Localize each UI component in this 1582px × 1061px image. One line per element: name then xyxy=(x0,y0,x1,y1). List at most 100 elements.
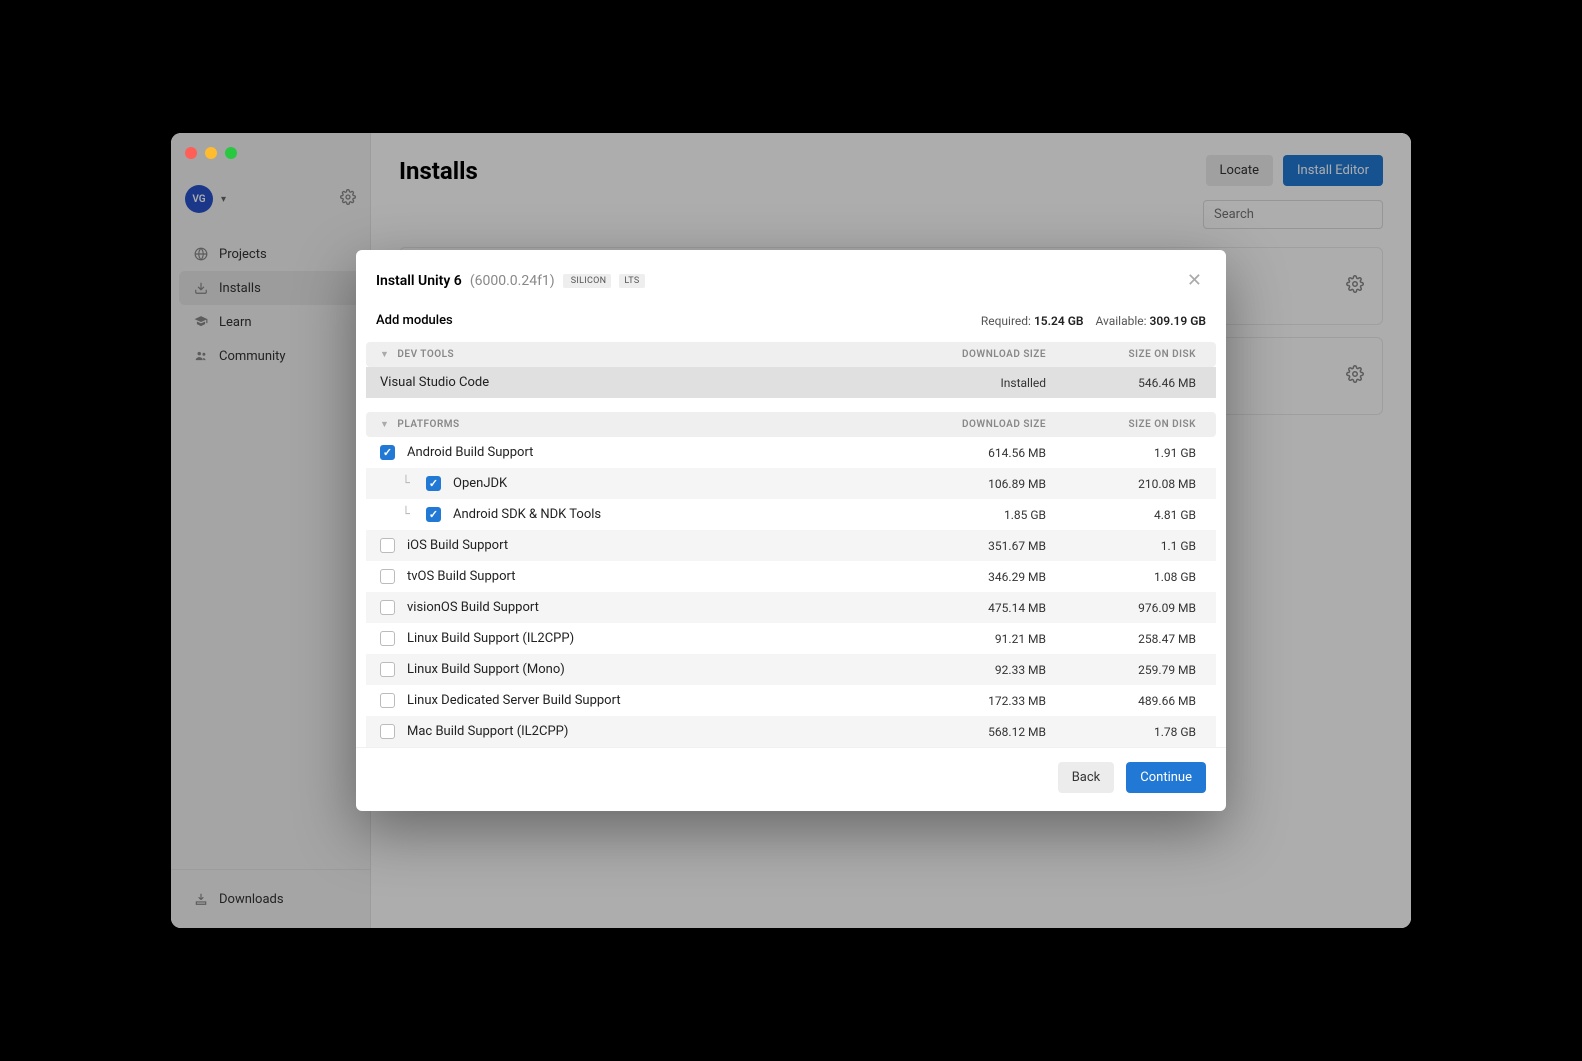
module-row-left: └ Android SDK & NDK Tools xyxy=(380,507,902,522)
module-row-vscode: Visual Studio Code Installed 546.46 MB xyxy=(366,367,1216,398)
module-download-size: 568.12 MB xyxy=(902,725,1052,739)
module-download-size: 346.29 MB xyxy=(902,570,1052,584)
modal-title: Install Unity 6 xyxy=(376,273,462,289)
module-disk-size: 1.1 GB xyxy=(1052,539,1202,553)
module-row: tvOS Build Support 346.29 MB1.08 GB xyxy=(366,561,1216,592)
close-icon[interactable]: ✕ xyxy=(1183,266,1206,295)
module-name: iOS Build Support xyxy=(407,538,508,553)
module-checkbox[interactable] xyxy=(380,631,395,646)
module-disk-size: 976.09 MB xyxy=(1052,601,1202,615)
back-button[interactable]: Back xyxy=(1058,762,1115,793)
module-row: └ OpenJDK 106.89 MB210.08 MB xyxy=(366,468,1216,499)
module-disk-size: 1.91 GB xyxy=(1052,446,1202,460)
required-value: 15.24 GB xyxy=(1034,314,1084,328)
module-download-size: 106.89 MB xyxy=(902,477,1052,491)
module-row-left: Mac Build Support (IL2CPP) xyxy=(380,724,902,739)
module-installed-label: Installed xyxy=(902,376,1052,390)
required-label: Required: xyxy=(981,314,1031,328)
modal-subheader: Add modules Required: 15.24 GB Available… xyxy=(356,307,1226,338)
module-disk-size: 210.08 MB xyxy=(1052,477,1202,491)
module-checkbox[interactable] xyxy=(380,445,395,460)
module-row: Linux Dedicated Server Build Support 172.… xyxy=(366,685,1216,716)
module-checkbox[interactable] xyxy=(426,476,441,491)
window-close-icon[interactable] xyxy=(185,147,197,159)
module-row: Android Build Support 614.56 MB1.91 GB xyxy=(366,437,1216,468)
module-checkbox[interactable] xyxy=(380,724,395,739)
modal-header: Install Unity 6 (6000.0.24f1) SILICON LT… xyxy=(356,250,1226,307)
chevron-down-icon[interactable]: ▼ xyxy=(380,419,389,430)
add-modules-label: Add modules xyxy=(376,313,453,328)
available-value: 309.19 GB xyxy=(1150,314,1206,328)
module-list[interactable]: ▼ DEV TOOLS DOWNLOAD SIZE SIZE ON DISK V… xyxy=(356,338,1226,747)
module-row: iOS Build Support 351.67 MB1.1 GB xyxy=(366,530,1216,561)
module-name: Android Build Support xyxy=(407,445,533,460)
module-checkbox[interactable] xyxy=(380,538,395,553)
window-maximize-icon[interactable] xyxy=(225,147,237,159)
module-download-size: 351.67 MB xyxy=(902,539,1052,553)
module-disk-size: 4.81 GB xyxy=(1052,508,1202,522)
module-disk-size: 258.47 MB xyxy=(1052,632,1202,646)
module-row: └ Android SDK & NDK Tools 1.85 GB4.81 GB xyxy=(366,499,1216,530)
available-label: Available: xyxy=(1095,314,1146,328)
tree-branch-icon: └ xyxy=(402,476,414,491)
col-download-size: DOWNLOAD SIZE xyxy=(902,349,1052,360)
window-minimize-icon[interactable] xyxy=(205,147,217,159)
chip-label: SILICON xyxy=(571,276,607,286)
module-row: Linux Build Support (IL2CPP) 91.21 MB258.… xyxy=(366,623,1216,654)
module-name: OpenJDK xyxy=(453,476,507,491)
module-download-size: 1.85 GB xyxy=(902,508,1052,522)
modal-version: (6000.0.24f1) xyxy=(470,273,555,289)
continue-button[interactable]: Continue xyxy=(1126,762,1206,793)
module-disk: 546.46 MB xyxy=(1052,376,1202,390)
module-name: visionOS Build Support xyxy=(407,600,539,615)
install-modules-modal: Install Unity 6 (6000.0.24f1) SILICON LT… xyxy=(356,250,1226,811)
module-row-left: Android Build Support xyxy=(380,445,902,460)
module-download-size: 172.33 MB xyxy=(902,694,1052,708)
section-header-platforms: ▼ PLATFORMS DOWNLOAD SIZE SIZE ON DISK xyxy=(366,412,1216,437)
module-name: Mac Build Support (IL2CPP) xyxy=(407,724,568,739)
module-row-left: tvOS Build Support xyxy=(380,569,902,584)
module-name: tvOS Build Support xyxy=(407,569,515,584)
col-size-on-disk: SIZE ON DISK xyxy=(1052,419,1202,430)
modal-overlay: Install Unity 6 (6000.0.24f1) SILICON LT… xyxy=(171,133,1411,928)
module-checkbox[interactable] xyxy=(426,507,441,522)
silicon-chip: SILICON xyxy=(563,274,612,288)
chevron-down-icon[interactable]: ▼ xyxy=(380,349,389,360)
module-row: visionOS Build Support 475.14 MB976.09 MB xyxy=(366,592,1216,623)
module-checkbox[interactable] xyxy=(380,662,395,677)
module-row-left: └ OpenJDK xyxy=(380,476,902,491)
tree-branch-icon: └ xyxy=(402,507,414,522)
section-header-devtools: ▼ DEV TOOLS DOWNLOAD SIZE SIZE ON DISK xyxy=(366,342,1216,367)
module-disk-size: 1.08 GB xyxy=(1052,570,1202,584)
module-row-left: Linux Build Support (Mono) xyxy=(380,662,902,677)
module-download-size: 475.14 MB xyxy=(902,601,1052,615)
module-checkbox[interactable] xyxy=(380,600,395,615)
module-download-size: 91.21 MB xyxy=(902,632,1052,646)
module-row-left: visionOS Build Support xyxy=(380,600,902,615)
module-download-size: 92.33 MB xyxy=(902,663,1052,677)
app-window: VG ▾ Projects Installs xyxy=(171,133,1411,928)
space-info: Required: 15.24 GB Available: 309.19 GB xyxy=(981,314,1206,328)
window-controls xyxy=(185,147,237,159)
module-name: Android SDK & NDK Tools xyxy=(453,507,601,522)
col-download-size: DOWNLOAD SIZE xyxy=(902,419,1052,430)
module-name: Linux Dedicated Server Build Support xyxy=(407,693,621,708)
module-row-left: iOS Build Support xyxy=(380,538,902,553)
module-disk-size: 259.79 MB xyxy=(1052,663,1202,677)
modal-footer: Back Continue xyxy=(356,747,1226,811)
module-row-left: Linux Dedicated Server Build Support xyxy=(380,693,902,708)
module-row: Mac Build Support (IL2CPP)568.12 MB1.78 … xyxy=(366,716,1216,747)
module-checkbox[interactable] xyxy=(380,569,395,584)
col-size-on-disk: SIZE ON DISK xyxy=(1052,349,1202,360)
lts-chip: LTS xyxy=(619,274,644,288)
module-row-left: Linux Build Support (IL2CPP) xyxy=(380,631,902,646)
module-row: Linux Build Support (Mono) 92.33 MB259.79… xyxy=(366,654,1216,685)
section-label: DEV TOOLS xyxy=(397,349,454,360)
module-name: Linux Build Support (IL2CPP) xyxy=(407,631,574,646)
module-disk-size: 489.66 MB xyxy=(1052,694,1202,708)
module-checkbox[interactable] xyxy=(380,693,395,708)
module-name: Linux Build Support (Mono) xyxy=(407,662,565,677)
module-name: Visual Studio Code xyxy=(380,375,489,390)
section-label: PLATFORMS xyxy=(397,419,459,430)
module-download-size: 614.56 MB xyxy=(902,446,1052,460)
